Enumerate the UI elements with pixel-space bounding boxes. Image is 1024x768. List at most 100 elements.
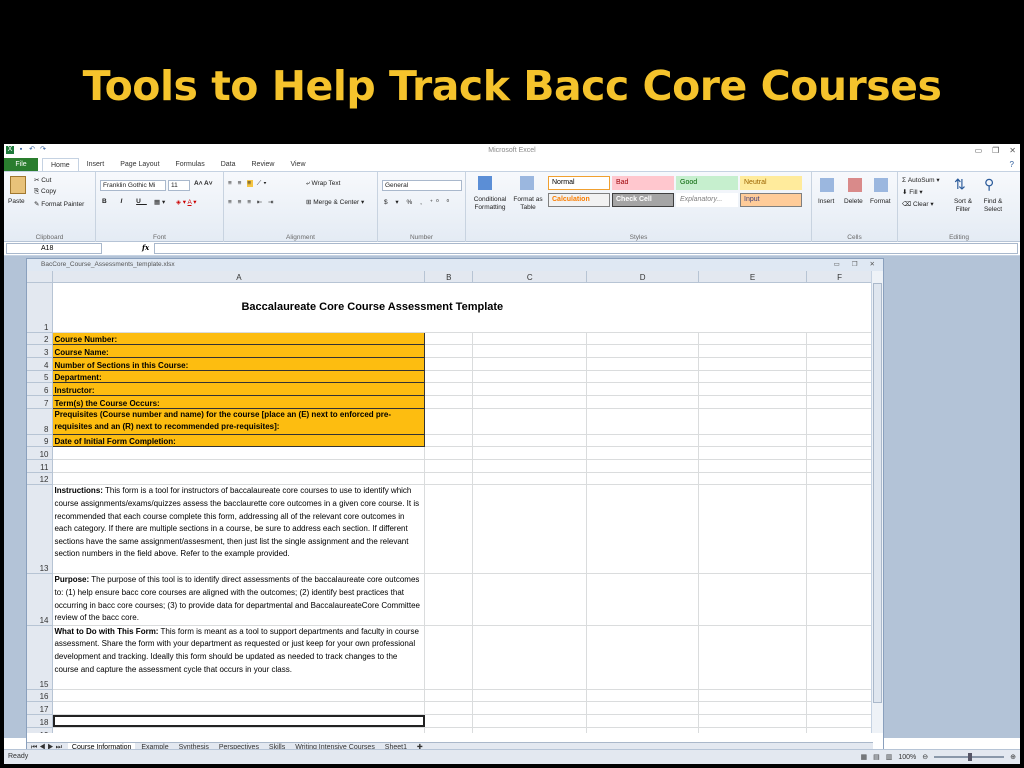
font-color-icon[interactable]: ◈ ▾ A ▾ <box>176 198 197 206</box>
cell[interactable] <box>52 446 426 460</box>
cell[interactable] <box>586 573 700 626</box>
format-button[interactable]: Format <box>870 198 891 205</box>
restore-icon[interactable]: ❐ <box>992 146 999 155</box>
row-header[interactable]: 11 <box>27 459 54 473</box>
row-header[interactable]: 15 <box>27 625 54 690</box>
merge-center-button[interactable]: ⊞ Merge & Center ▾ <box>306 198 364 206</box>
scroll-thumb[interactable] <box>873 283 882 703</box>
cell[interactable] <box>806 573 873 626</box>
cell[interactable] <box>806 459 873 473</box>
cell[interactable] <box>698 701 808 716</box>
cell[interactable] <box>472 727 588 733</box>
cell[interactable] <box>586 689 700 703</box>
currency-percent-icons[interactable]: $ ▾ % , ⁺⁰ ⁰ <box>384 198 452 206</box>
column-header-b[interactable]: B <box>424 271 474 283</box>
instructor-cell[interactable]: Instructor: <box>52 382 426 396</box>
cell[interactable] <box>698 357 808 371</box>
cell[interactable] <box>424 332 474 346</box>
row-header[interactable]: 18 <box>27 714 54 728</box>
cell-style-check-cell[interactable]: Check Cell <box>612 193 674 207</box>
row-header[interactable]: 6 <box>27 382 54 396</box>
cell[interactable] <box>424 370 474 384</box>
sort-filter-button[interactable]: Sort & Filter <box>950 198 976 214</box>
cell[interactable] <box>472 382 588 396</box>
minimize-icon[interactable]: ▭ <box>975 146 983 155</box>
term-cell[interactable]: Term(s) the Course Occurs: <box>52 394 426 409</box>
minimize-icon[interactable]: ▭ <box>834 259 840 271</box>
row-header[interactable]: 17 <box>27 701 54 716</box>
cell[interactable] <box>472 357 588 371</box>
cell[interactable] <box>698 573 808 626</box>
cell[interactable] <box>424 573 474 626</box>
cell[interactable] <box>424 472 474 486</box>
row-header[interactable]: 2 <box>27 332 54 346</box>
insert-button[interactable]: Insert <box>818 198 834 205</box>
sheet-title-cell[interactable]: Baccalaureate Core Course Assessment Tem… <box>52 282 873 333</box>
cell[interactable] <box>424 344 474 358</box>
cell[interactable] <box>806 701 873 716</box>
cell[interactable] <box>424 689 474 703</box>
format-painter-button[interactable]: ✎ Format Painter <box>34 200 84 208</box>
cell[interactable] <box>698 484 808 575</box>
cell[interactable] <box>806 727 873 733</box>
row-header[interactable]: 16 <box>27 689 54 703</box>
cell[interactable] <box>698 370 808 384</box>
row-header[interactable]: 10 <box>27 446 54 460</box>
tab-file[interactable]: File <box>4 158 38 171</box>
tab-page-layout[interactable]: Page Layout <box>112 158 167 171</box>
cell[interactable] <box>698 446 808 460</box>
cell[interactable] <box>806 446 873 460</box>
cell[interactable] <box>698 459 808 473</box>
cell[interactable] <box>698 395 808 409</box>
cell[interactable] <box>586 459 700 473</box>
delete-button[interactable]: Delete <box>844 198 863 205</box>
completion-date-cell[interactable]: Date of Initial Form Completion: <box>52 433 426 448</box>
row-header[interactable]: 14 <box>27 573 54 626</box>
fill-button[interactable]: ⬇ Fill ▾ <box>902 188 923 196</box>
cell[interactable] <box>472 370 588 384</box>
cell[interactable] <box>472 701 588 716</box>
cell[interactable] <box>586 727 700 733</box>
cell[interactable] <box>806 344 873 358</box>
number-format-select[interactable]: General <box>382 180 462 191</box>
cell[interactable] <box>698 382 808 396</box>
cell[interactable] <box>586 472 700 486</box>
selected-cell-a18[interactable] <box>52 714 426 728</box>
zoom-out-icon[interactable]: ⊖ <box>922 753 928 761</box>
cell[interactable] <box>586 370 700 384</box>
cell[interactable] <box>52 701 426 716</box>
cell[interactable] <box>424 434 474 448</box>
cell[interactable] <box>698 332 808 346</box>
view-break-icon[interactable]: ▥ <box>886 753 893 761</box>
cell[interactable] <box>586 332 700 346</box>
cell[interactable] <box>424 701 474 716</box>
tab-data[interactable]: Data <box>213 158 244 171</box>
cell[interactable] <box>698 472 808 486</box>
cell-style-good[interactable]: Good <box>676 176 738 190</box>
cell[interactable] <box>806 689 873 703</box>
row-header[interactable]: 8 <box>27 408 54 435</box>
purpose-cell[interactable]: Purpose: The purpose of this tool is to … <box>52 573 426 626</box>
cell[interactable] <box>586 382 700 396</box>
cell[interactable] <box>472 689 588 703</box>
restore-icon[interactable]: ❐ <box>852 259 858 271</box>
cell[interactable] <box>424 446 474 460</box>
sections-cell[interactable]: Number of Sections in this Course: <box>52 356 426 371</box>
tab-home[interactable]: Home <box>42 158 79 171</box>
cell[interactable] <box>472 446 588 460</box>
grow-font-icon[interactable]: A˄ A˅ <box>194 180 213 187</box>
tab-insert[interactable]: Insert <box>79 158 113 171</box>
cell[interactable] <box>472 625 588 690</box>
cell-style-calculation[interactable]: Calculation <box>548 193 610 207</box>
row-header[interactable]: 3 <box>27 344 54 358</box>
cell-style-bad[interactable]: Bad <box>612 176 674 190</box>
cell[interactable] <box>806 484 873 575</box>
wrap-text-button[interactable]: ⤶ Wrap Text <box>306 180 340 188</box>
row-header[interactable]: 7 <box>27 395 54 409</box>
cell[interactable] <box>586 714 700 728</box>
column-header-d[interactable]: D <box>586 271 700 283</box>
cell[interactable] <box>472 344 588 358</box>
name-box[interactable]: A18 <box>6 243 102 254</box>
select-all-corner[interactable] <box>27 271 54 283</box>
cell-style-input[interactable]: Input <box>740 193 802 207</box>
